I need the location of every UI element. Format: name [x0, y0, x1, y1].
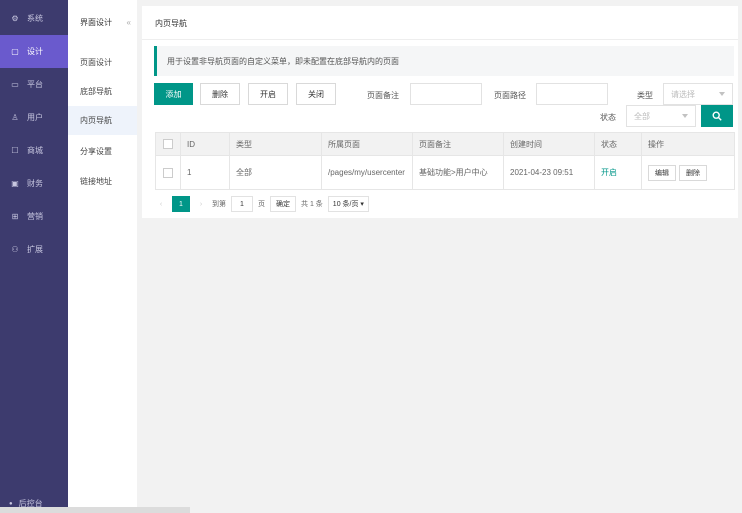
prev-page-icon[interactable]: ‹: [155, 196, 167, 212]
subnav-item-share-settings[interactable]: 分享设置: [68, 137, 137, 166]
sidebar-item-label: 系统: [27, 14, 43, 23]
status-select[interactable]: 全部: [626, 105, 696, 127]
chevron-down-icon: [682, 114, 688, 118]
gear-icon: ⚙: [11, 14, 19, 23]
extend-icon: ⚇: [11, 245, 19, 254]
cell-remark: 基础功能>用户中心: [412, 156, 503, 189]
remark-input[interactable]: [410, 83, 482, 105]
sidebar-item-label: 商城: [27, 146, 43, 155]
info-tip: 用于设置非导航页面的自定义菜单，即未配置在底部导航内的页面: [154, 46, 734, 76]
subnav-item-bottom-nav[interactable]: 底部导航: [68, 77, 137, 106]
page-title: 内页导航: [155, 19, 187, 28]
pagination: ‹ 1 › 到第 1 页 确定 共 1 条 10 条/页 ▾: [155, 196, 374, 212]
subnav-item-link-address[interactable]: 链接地址: [68, 167, 137, 196]
main-panel: 内页导航 用于设置非导航页面的自定义菜单，即未配置在底部导航内的页面 添加 删除…: [142, 6, 738, 218]
row-checkbox-cell: [156, 156, 180, 189]
main-sidebar: ⚙ 系统 ▢ 设计 ▭ 平台 ♙ 用户 ☐ 商城 ▣ 财务 ⊞ 营销 ⚇ 扩展 …: [0, 0, 68, 513]
page-size-select[interactable]: 10 条/页 ▾: [327, 196, 369, 212]
sidebar-item-label: 财务: [27, 179, 43, 188]
header-created: 创建时间: [503, 133, 594, 155]
platform-icon: ▭: [11, 80, 19, 89]
chevron-down-icon: [719, 92, 725, 96]
row-delete-button[interactable]: 删除: [679, 164, 707, 181]
disable-button[interactable]: 关闭: [296, 83, 336, 105]
sidebar-item-label: 设计: [27, 47, 43, 56]
sidebar-item-label: 营销: [27, 212, 43, 221]
cell-page: /pages/my/usercenter: [321, 156, 412, 189]
type-label: 类型: [637, 91, 653, 100]
sidebar-item-label: 用户: [27, 113, 43, 122]
sidebar-item-platform[interactable]: ▭ 平台: [0, 68, 68, 101]
sidebar-item-system[interactable]: ⚙ 系统: [0, 2, 68, 35]
status-select-value: 全部: [634, 111, 650, 121]
page-current[interactable]: 1: [172, 196, 190, 212]
browser-status-bar: [0, 507, 190, 513]
enable-button[interactable]: 开启: [248, 83, 288, 105]
delete-button[interactable]: 删除: [200, 83, 240, 105]
marketing-icon: ⊞: [11, 212, 19, 221]
row-checkbox[interactable]: [163, 167, 173, 178]
sidebar-item-finance[interactable]: ▣ 财务: [0, 167, 68, 200]
title-divider: [142, 39, 738, 40]
header-actions: 操作: [641, 133, 734, 155]
table-header: ID 类型 所属页面 页面备注 创建时间 状态 操作: [156, 133, 734, 155]
sidebar-item-extend[interactable]: ⚇ 扩展: [0, 233, 68, 266]
subnav-item-inner-nav[interactable]: 内页导航: [68, 106, 137, 135]
header-type: 类型: [229, 133, 321, 155]
goto-confirm-button[interactable]: 确定: [270, 196, 296, 212]
header-page: 所属页面: [321, 133, 412, 155]
total-count: 共 1 条: [301, 201, 323, 208]
path-input[interactable]: [536, 83, 608, 105]
sidebar-item-mall[interactable]: ☐ 商城: [0, 134, 68, 167]
header-status: 状态: [594, 133, 641, 155]
next-page-icon[interactable]: ›: [195, 196, 207, 212]
sidebar-item-user[interactable]: ♙ 用户: [0, 101, 68, 134]
sub-sidebar: 界面设计 « 页面设计 底部导航 内页导航 分享设置 链接地址: [68, 0, 137, 513]
collapse-icon[interactable]: «: [127, 18, 131, 27]
remark-label: 页面备注: [367, 91, 399, 100]
header-id: ID: [180, 133, 229, 155]
search-icon: [712, 111, 722, 121]
subnav-item-page-design[interactable]: 页面设计: [68, 48, 137, 77]
sidebar-item-label: 扩展: [27, 245, 43, 254]
edit-button[interactable]: 编辑: [648, 164, 676, 181]
dot-icon: ●: [9, 500, 13, 507]
design-icon: ▢: [11, 47, 19, 56]
cell-actions: 编辑 删除: [641, 156, 734, 189]
cell-type: 全部: [229, 156, 321, 189]
type-select-value: 请选择: [671, 89, 695, 99]
table-row: 1 全部 /pages/my/usercenter 基础功能>用户中心 2021…: [156, 155, 734, 189]
search-button[interactable]: [701, 105, 733, 127]
header-checkbox-cell: [156, 133, 180, 155]
sidebar-item-label: 平台: [27, 80, 43, 89]
sidebar-item-design[interactable]: ▢ 设计: [0, 35, 68, 68]
path-label: 页面路径: [494, 91, 526, 100]
type-select[interactable]: 请选择: [663, 83, 733, 105]
add-button[interactable]: 添加: [154, 83, 193, 105]
cell-id: 1: [180, 156, 229, 189]
finance-icon: ▣: [11, 179, 19, 188]
goto-label: 到第: [212, 201, 226, 208]
sidebar-item-marketing[interactable]: ⊞ 营销: [0, 200, 68, 233]
mall-icon: ☐: [11, 146, 19, 155]
cell-status: 开启: [594, 156, 641, 189]
user-icon: ♙: [11, 113, 19, 122]
header-remark: 页面备注: [412, 133, 503, 155]
select-all-checkbox[interactable]: [163, 139, 173, 149]
goto-page-input[interactable]: 1: [231, 196, 253, 212]
page-size-value: 10 条/页: [332, 201, 359, 208]
status-label: 状态: [600, 113, 616, 122]
nav-table: ID 类型 所属页面 页面备注 创建时间 状态 操作 1 全部 /pages/m…: [155, 132, 735, 190]
cell-created: 2021-04-23 09:51: [503, 156, 594, 189]
page-unit-label: 页: [258, 201, 265, 208]
